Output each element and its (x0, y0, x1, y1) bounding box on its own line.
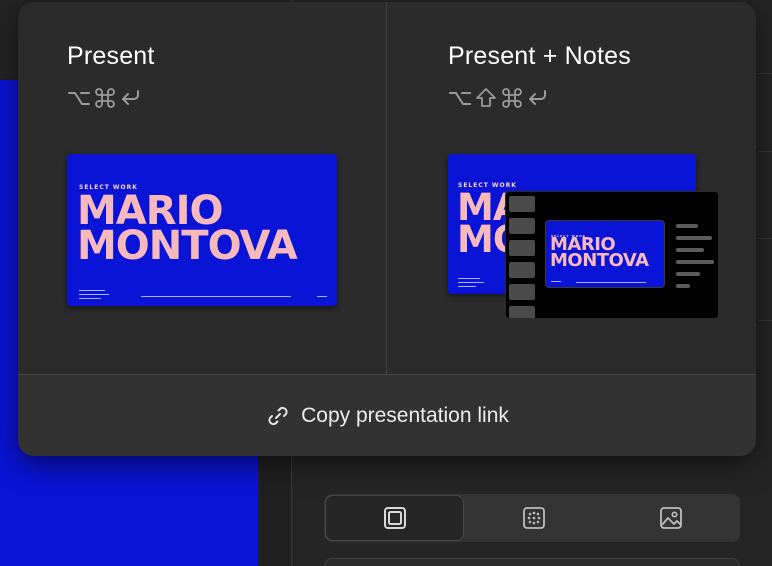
present-option-title: Present (67, 42, 155, 70)
pattern-fill-option[interactable] (465, 494, 602, 542)
present-option[interactable]: Present SELECT WORK MARIO MONTOVA (18, 2, 386, 374)
command-key-icon (502, 88, 522, 108)
option-key-icon (68, 92, 90, 105)
present-notes-option-title: Present + Notes (448, 42, 631, 70)
link-icon (268, 406, 288, 425)
shift-key-icon (476, 88, 496, 107)
present-slide-thumbnail: SELECT WORK MARIO MONTOVA (67, 154, 337, 306)
slide-name-line2: MONTOVA (550, 250, 649, 271)
inspector-field[interactable] (324, 558, 740, 566)
return-key-icon (122, 90, 139, 105)
panel-divider-line (758, 151, 772, 152)
present-shortcut (67, 86, 143, 110)
return-key-icon (529, 90, 546, 105)
image-fill-icon (660, 507, 683, 529)
panel-divider-line (758, 238, 772, 239)
present-popover: Present SELECT WORK MARIO MONTOVA Presen… (18, 2, 756, 456)
panel-divider-line (758, 73, 772, 74)
image-fill-option[interactable] (603, 494, 740, 542)
panel-divider-line (758, 320, 772, 321)
copy-presentation-link-label: Copy presentation link (301, 403, 509, 427)
slide-name-line2: MONTOVA (77, 223, 298, 269)
solid-fill-icon (383, 507, 406, 529)
background-fill-segmented-control (324, 494, 740, 542)
solid-fill-option[interactable] (325, 495, 465, 541)
presenter-current-slide: SELECT WORK MARIO MONTOVA (545, 220, 665, 288)
presenter-view-preview: SELECT WORK MARIO MONTOVA (505, 191, 719, 319)
command-key-icon (95, 88, 115, 108)
present-notes-shortcut (448, 86, 550, 110)
pattern-fill-icon (523, 507, 545, 529)
copy-presentation-link-button[interactable]: Copy presentation link (18, 374, 756, 456)
option-key-icon (449, 92, 471, 105)
